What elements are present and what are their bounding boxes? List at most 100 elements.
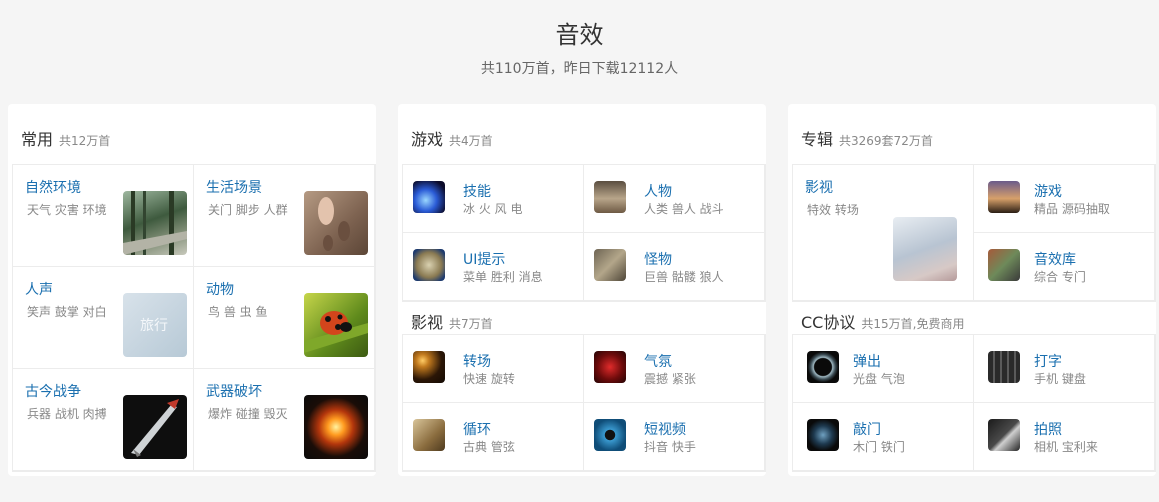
game-album-icon: [988, 181, 1020, 213]
category-knock[interactable]: 敲门 木门 铁门: [793, 403, 974, 471]
category-short-video[interactable]: 短视频 抖音 快手: [584, 403, 765, 471]
film-panel-header: 影视 共7万首: [411, 309, 493, 333]
category-title: 音效库: [1034, 252, 1076, 268]
album-panel-header: 专辑 共3269套72万首: [801, 126, 933, 150]
ladybug-thumb: [304, 293, 368, 357]
category-title: 气氛: [644, 354, 672, 370]
category-title: 怪物: [644, 252, 672, 268]
footprints-sand-thumb: [304, 191, 368, 255]
album-film[interactable]: 影视 特效 转场: [793, 165, 974, 301]
category-title: 人物: [644, 184, 672, 200]
category-title: 转场: [463, 354, 491, 370]
monster-icon: [594, 249, 626, 281]
category-title: 技能: [463, 184, 491, 200]
category-animal[interactable]: 动物 鸟 兽 虫 鱼: [194, 267, 375, 369]
category-tags: 兵器 战机 肉搏: [27, 407, 107, 421]
panel-count: 共15万首,免费商用: [861, 317, 965, 331]
category-tags: 人类 兽人 战斗: [644, 202, 724, 216]
category-popup[interactable]: 弹出 光盘 气泡: [793, 335, 974, 403]
category-tags: 快速 旋转: [463, 372, 515, 386]
category-tags: 光盘 气泡: [853, 372, 905, 386]
loop-icon: [413, 419, 445, 451]
category-character[interactable]: 人物 人类 兽人 战斗: [584, 165, 765, 233]
category-title: 敲门: [853, 422, 881, 438]
category-war[interactable]: 古今战争 兵器 战机 肉搏: [13, 369, 194, 471]
category-tags: 天气 灾害 环境: [27, 203, 107, 217]
explosion-thumb: [304, 395, 368, 459]
popup-icon: [807, 351, 839, 383]
category-title: 古今战争: [25, 384, 81, 400]
category-tags: 巨兽 骷髅 狼人: [644, 270, 724, 284]
category-title: 短视频: [644, 422, 686, 438]
transition-icon: [413, 351, 445, 383]
category-title: 打字: [1034, 354, 1062, 370]
cc-grid: 弹出 光盘 气泡 打字 手机 键盘 敲门 木门 铁门 拍照 相机 宝利来: [792, 334, 1156, 472]
category-tags: 震撼 紧张: [644, 372, 696, 386]
category-title: 弹出: [853, 354, 881, 370]
page-title: 音效: [555, 21, 604, 49]
category-tags: 冰 火 风 电: [463, 202, 523, 216]
page-subtitle: 共110万首，昨日下载12112人: [480, 61, 679, 77]
panel-title: 影视: [411, 313, 444, 332]
category-tags: 古典 管弦: [463, 440, 515, 454]
category-title: 拍照: [1034, 422, 1062, 438]
category-natural[interactable]: 自然环境 天气 灾害 环境: [13, 165, 194, 267]
page-header: 音效 共110万首，昨日下载12112人: [0, 18, 1159, 78]
category-tags: 综合 专门: [1034, 270, 1086, 284]
category-tags: 相机 宝利来: [1034, 440, 1098, 454]
library-icon: [988, 249, 1020, 281]
category-tags: 菜单 胜利 消息: [463, 270, 543, 284]
category-tags: 精品 源码抽取: [1034, 202, 1110, 216]
panel-title: 常用: [21, 130, 54, 149]
category-life[interactable]: 生活场景 关门 脚步 人群: [194, 165, 375, 267]
category-ui-prompt[interactable]: UI提示 菜单 胜利 消息: [403, 233, 584, 301]
category-transition[interactable]: 转场 快速 旋转: [403, 335, 584, 403]
typing-icon: [988, 351, 1020, 383]
common-panel-header: 常用 共12万首: [21, 126, 110, 150]
category-skill[interactable]: 技能 冰 火 风 电: [403, 165, 584, 233]
category-title: 影视: [805, 180, 833, 196]
atmosphere-icon: [594, 351, 626, 383]
category-loop[interactable]: 循环 古典 管弦: [403, 403, 584, 471]
category-atmosphere[interactable]: 气氛 震撼 紧张: [584, 335, 765, 403]
category-tags: 关门 脚步 人群: [208, 203, 288, 217]
short-video-icon: [594, 419, 626, 451]
album-library[interactable]: 音效库 综合 专门: [974, 233, 1155, 301]
sword-thumb: [123, 395, 187, 459]
knock-icon: [807, 419, 839, 451]
category-camera[interactable]: 拍照 相机 宝利来: [974, 403, 1155, 471]
panel-count: 共7万首: [449, 317, 493, 331]
category-title: 游戏: [1034, 184, 1062, 200]
film-grid: 转场 快速 旋转 气氛 震撼 紧张 循环 古典 管弦 短视频 抖音 快手: [402, 334, 766, 472]
category-title: 循环: [463, 422, 491, 438]
category-tags: 爆炸 碰撞 毁灭: [208, 407, 288, 421]
category-weapon[interactable]: 武器破坏 爆炸 碰撞 毁灭: [194, 369, 375, 471]
common-grid: 自然环境 天气 灾害 环境 生活场景 关门 脚步 人群 人声 笑声 鼓掌 对白 …: [12, 164, 376, 472]
skill-icon: [413, 181, 445, 213]
album-game[interactable]: 游戏 精品 源码抽取: [974, 165, 1155, 233]
panel-title: 游戏: [411, 130, 444, 149]
panel-title: CC协议: [801, 313, 856, 332]
panel-count: 共12万首: [59, 134, 111, 148]
category-tags: 笑声 鼓掌 对白: [27, 305, 107, 319]
game-panel-header: 游戏 共4万首: [411, 126, 493, 150]
category-tags: 手机 键盘: [1034, 372, 1086, 386]
ui-prompt-icon: [413, 249, 445, 281]
film-album-thumb: [893, 217, 957, 281]
category-tags: 特效 转场: [807, 203, 859, 217]
category-typing[interactable]: 打字 手机 键盘: [974, 335, 1155, 403]
category-tags: 抖音 快手: [644, 440, 696, 454]
album-grid: 影视 特效 转场 游戏 精品 源码抽取 音效库 综合 专门: [792, 164, 1156, 302]
camera-icon: [988, 419, 1020, 451]
travel-thumb: 旅行: [123, 293, 187, 357]
game-grid: 技能 冰 火 风 电 人物 人类 兽人 战斗 UI提示 菜单 胜利 消息 怪物 …: [402, 164, 766, 302]
forest-bridge-thumb: [123, 191, 187, 255]
category-voice[interactable]: 人声 笑声 鼓掌 对白 旅行: [13, 267, 194, 369]
category-title: UI提示: [463, 252, 506, 268]
category-monster[interactable]: 怪物 巨兽 骷髅 狼人: [584, 233, 765, 301]
category-title: 生活场景: [206, 180, 262, 196]
category-title: 动物: [206, 282, 234, 298]
cc-panel-header: CC协议 共15万首,免费商用: [801, 309, 964, 333]
panel-title: 专辑: [801, 130, 834, 149]
category-tags: 木门 铁门: [853, 440, 905, 454]
